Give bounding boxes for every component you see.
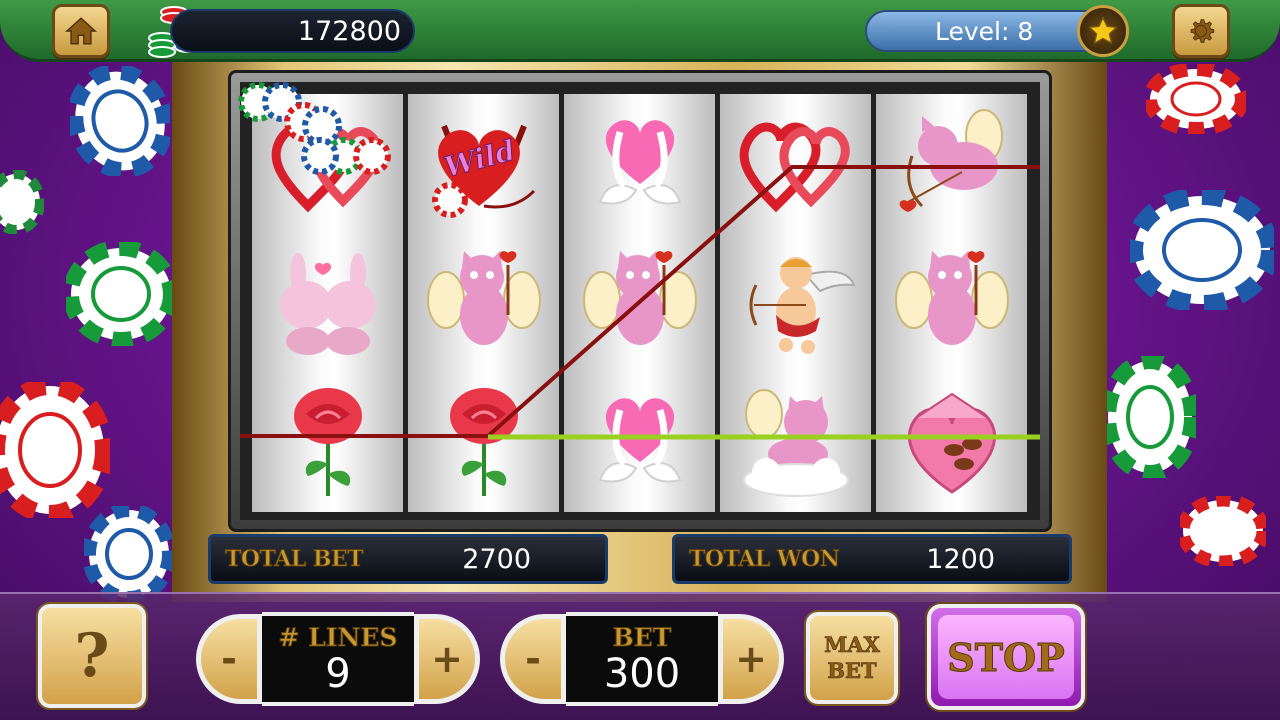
home-icon bbox=[64, 17, 98, 45]
max-bet-label-line2: BET bbox=[827, 658, 877, 684]
linked-hearts-symbol bbox=[252, 94, 403, 233]
gear-icon bbox=[1190, 19, 1215, 43]
reel-4 bbox=[720, 94, 871, 512]
max-bet-button[interactable]: MAX BET bbox=[806, 612, 898, 704]
total-won-label: TOTAL WON bbox=[688, 546, 840, 573]
total-bet-value: 2700 bbox=[462, 543, 531, 575]
bet-label: BET bbox=[612, 622, 672, 652]
poker-chip-icon bbox=[1104, 356, 1196, 478]
linked-hearts-symbol bbox=[720, 94, 871, 233]
total-won-value: 1200 bbox=[926, 543, 995, 575]
lines-label: # LINES bbox=[278, 622, 398, 652]
level-indicator: Level: 8 bbox=[865, 10, 1100, 52]
lines-display: # LINES 9 bbox=[262, 612, 414, 706]
poker-chip-icon bbox=[1146, 64, 1246, 134]
star-icon bbox=[1088, 16, 1118, 45]
bet-display: BET 300 bbox=[566, 612, 718, 706]
total-won-panel: TOTAL WON 1200 bbox=[672, 534, 1072, 584]
help-button[interactable]: ? bbox=[38, 604, 146, 708]
swan-heart-symbol bbox=[564, 94, 715, 233]
poker-chip-icon bbox=[1180, 496, 1266, 566]
bet-value: 300 bbox=[603, 650, 681, 697]
max-bet-label-line1: MAX bbox=[824, 632, 880, 658]
stop-label: STOP bbox=[938, 615, 1074, 699]
poker-chip-icon bbox=[84, 506, 174, 602]
rose-symbol bbox=[408, 372, 559, 511]
total-bet-panel: TOTAL BET 2700 bbox=[208, 534, 608, 584]
cloud-cat-symbol bbox=[720, 372, 871, 511]
poker-chip-icon bbox=[66, 242, 176, 346]
swan-heart-symbol bbox=[564, 372, 715, 511]
reel-1 bbox=[252, 94, 403, 512]
plus-icon: + bbox=[431, 637, 463, 681]
cupid-cat-symbol bbox=[876, 233, 1027, 372]
poker-chip-icon bbox=[0, 170, 44, 234]
cupid-cat-symbol bbox=[408, 233, 559, 372]
reel-3 bbox=[564, 94, 715, 512]
archer-cat-symbol bbox=[876, 94, 1027, 233]
level-badge bbox=[1077, 5, 1129, 57]
credit-balance: 172800 bbox=[170, 9, 415, 53]
reel-2: Wild bbox=[408, 94, 559, 512]
kissing-bunnies-symbol bbox=[252, 233, 403, 372]
reel-5 bbox=[876, 94, 1027, 512]
chocolate-box-symbol bbox=[876, 372, 1027, 511]
poker-chip-icon bbox=[1130, 190, 1274, 310]
stop-button[interactable]: STOP bbox=[927, 604, 1085, 710]
minus-icon: - bbox=[525, 637, 541, 681]
cupid-cat-symbol bbox=[564, 233, 715, 372]
total-bet-label: TOTAL BET bbox=[224, 546, 364, 573]
poker-chip-icon bbox=[0, 382, 110, 518]
cupid-archer-symbol bbox=[720, 233, 871, 372]
poker-chip-icon bbox=[70, 66, 170, 176]
lines-value: 9 bbox=[325, 650, 351, 697]
settings-button[interactable] bbox=[1172, 4, 1230, 58]
wild-heart-symbol: Wild bbox=[408, 94, 559, 233]
rose-symbol bbox=[252, 372, 403, 511]
minus-icon: - bbox=[221, 637, 237, 681]
help-label: ? bbox=[74, 621, 110, 691]
home-button[interactable] bbox=[52, 4, 110, 58]
plus-icon: + bbox=[735, 637, 767, 681]
